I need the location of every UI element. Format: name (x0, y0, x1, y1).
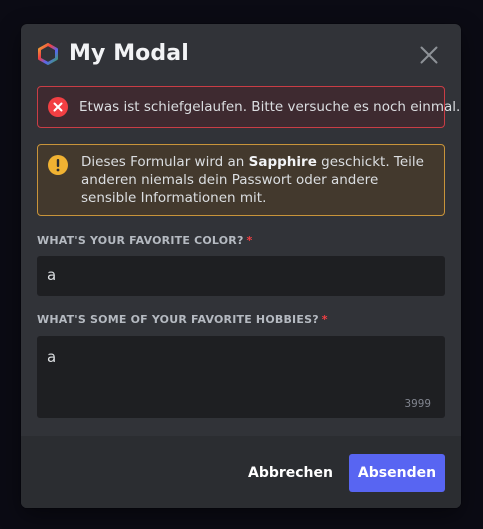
required-asterisk: * (246, 234, 253, 247)
color-field-label: What's your favorite color? * (37, 234, 252, 247)
hobbies-field-label: What's some of your favorite hobbies? * (37, 313, 328, 326)
error-banner: Etwas ist schiefgelaufen. Bitte versuche… (37, 86, 460, 128)
modal-footer: Abbrechen Absenden (21, 436, 461, 508)
character-counter: 3999 (404, 397, 432, 410)
close-icon (420, 46, 438, 64)
close-button[interactable] (417, 43, 441, 67)
hobbies-textarea-value: a (47, 348, 57, 366)
warning-circle-icon (48, 155, 68, 175)
submit-button[interactable]: Absenden (349, 454, 445, 492)
modal-title: My Modal (69, 41, 189, 66)
warning-message: Dieses Formular wird an Sapphire geschic… (81, 153, 437, 207)
warning-text-before: Dieses Formular wird an (81, 154, 249, 170)
warning-app-name: Sapphire (248, 154, 317, 170)
error-message: Etwas ist schiefgelaufen. Bitte versuche… (79, 99, 461, 115)
required-asterisk: * (321, 313, 328, 326)
hexagon-logo-icon (37, 43, 59, 65)
cancel-button[interactable]: Abbrechen (236, 454, 345, 492)
hobbies-textarea[interactable]: a 3999 (37, 336, 445, 418)
error-circle-icon (48, 97, 68, 117)
color-input[interactable]: a (37, 256, 445, 296)
warning-banner: Dieses Formular wird an Sapphire geschic… (37, 144, 445, 216)
modal-dialog: My Modal Etwas ist schiefgelaufen. Bitte… (21, 24, 461, 508)
color-input-value: a (47, 266, 57, 284)
modal-header: My Modal (21, 24, 461, 86)
color-field-label-text: What's your favorite color? (37, 234, 244, 247)
hobbies-field-label-text: What's some of your favorite hobbies? (37, 313, 319, 326)
